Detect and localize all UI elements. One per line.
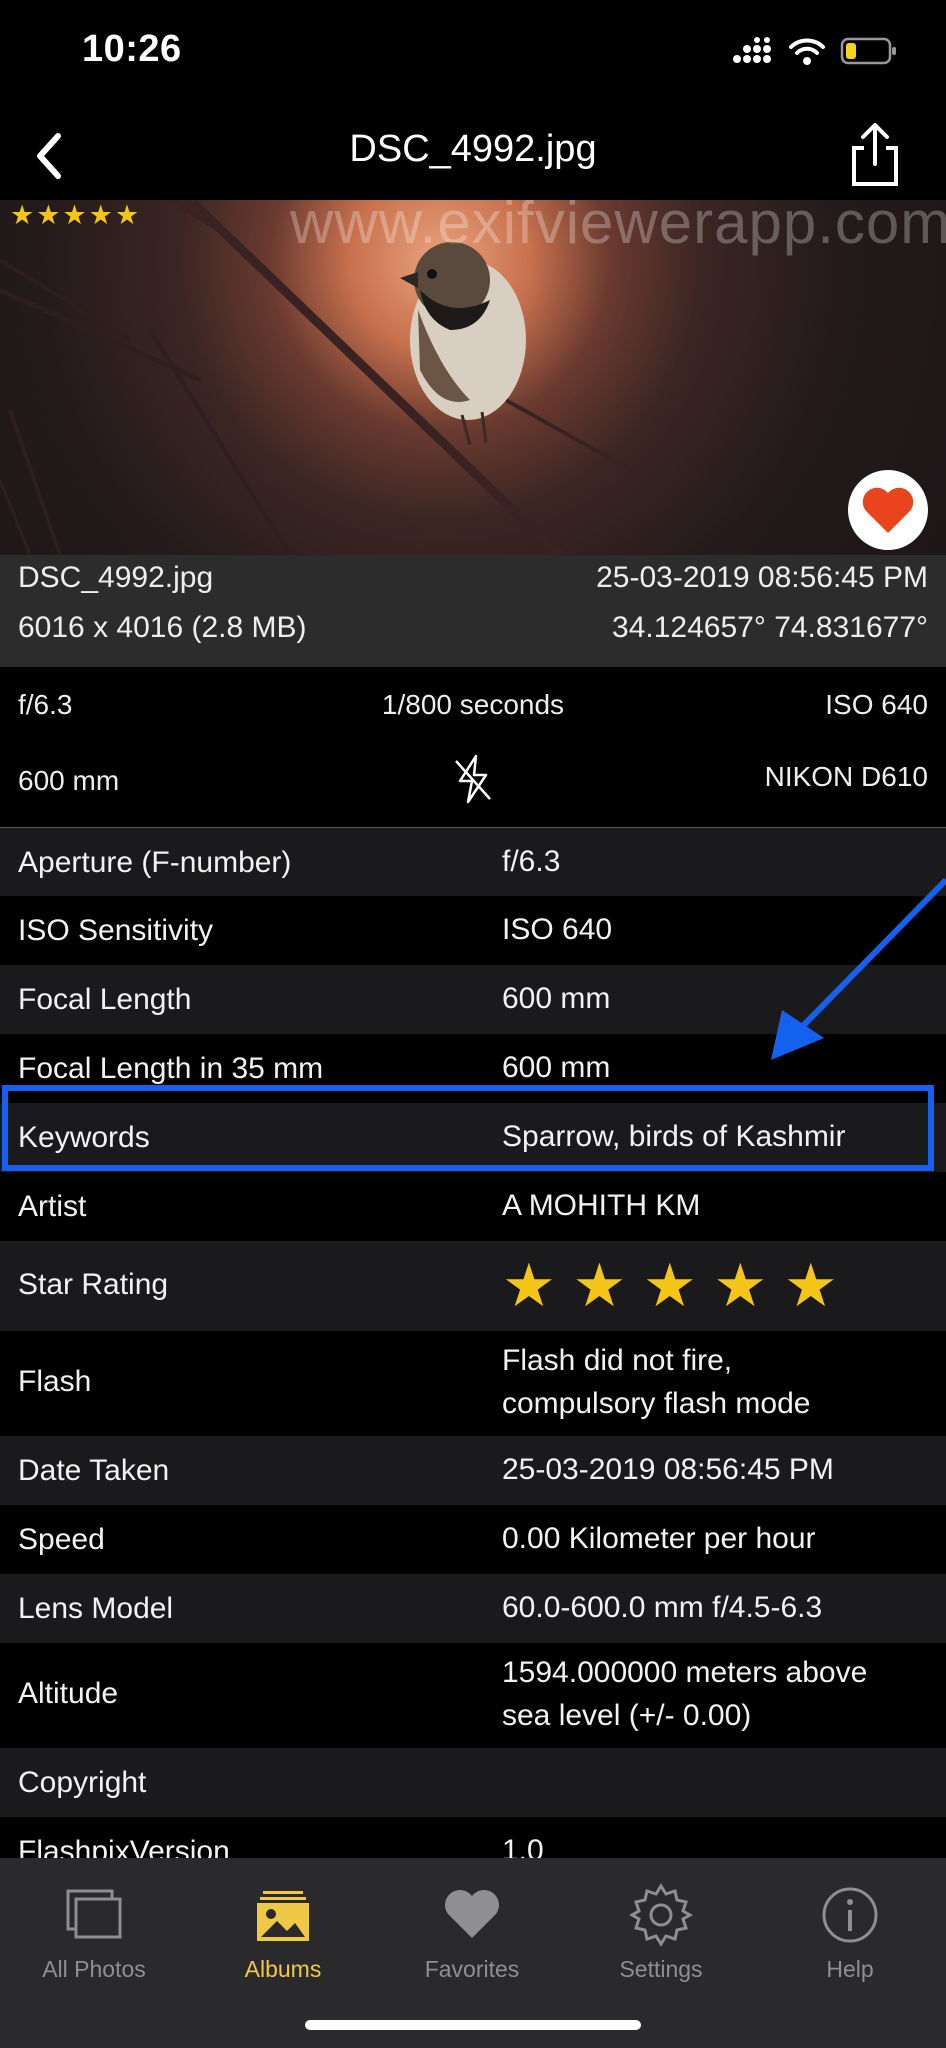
gear-icon <box>571 1880 751 1950</box>
watermark-text: www.exifviewerapp.com <box>290 200 946 256</box>
star-rating-value: ★ ★ ★ ★ ★ <box>502 1252 838 1319</box>
summary-shutter: 1/800 seconds <box>381 689 565 720</box>
exif-row-lens-model: Lens Model 60.0-600.0 mm f/4.5-6.3 <box>0 1574 946 1643</box>
tab-help[interactable]: Help <box>760 1880 940 1983</box>
photo-preview[interactable]: www.exifviewerapp.com ★★★★★ <box>0 200 946 555</box>
row-value: Sparrow, birds of Kashmir <box>502 1120 846 1153</box>
row-value: ISO 640 <box>502 913 613 946</box>
row-key: Speed <box>18 1523 105 1556</box>
row-key: Artist <box>18 1190 87 1223</box>
exif-row-artist: Artist A MOHITH KM <box>0 1172 946 1241</box>
share-icon <box>852 123 898 186</box>
cellular-signal-icon <box>733 37 771 63</box>
tab-label: Favorites <box>424 1956 520 1982</box>
photo-star-rating: ★★★★★ <box>10 200 142 230</box>
row-value: f/6.3 <box>502 845 561 878</box>
row-value: A MOHITH KM <box>502 1189 701 1222</box>
home-indicator[interactable] <box>305 2020 641 2030</box>
row-key: Keywords <box>18 1121 150 1154</box>
row-key: Lens Model <box>18 1592 174 1625</box>
tab-label: All Photos <box>42 1956 146 1982</box>
status-bar: 10:26 <box>0 0 946 110</box>
row-key: Aperture (F-number) <box>18 846 292 879</box>
annotation-arrow-icon <box>771 877 946 1060</box>
row-value-line: Flash did not fire, <box>502 1344 733 1377</box>
summary-focal-length: 600 mm <box>18 765 120 796</box>
row-value: 1594.000000 meters above sea level (+/- … <box>502 1651 867 1737</box>
battery-low-icon <box>840 37 896 65</box>
row-value-line: sea level (+/- 0.00) <box>502 1699 752 1732</box>
heart-icon <box>382 1880 562 1950</box>
tab-bar: All Photos Albums Favorites Settings Hel… <box>0 1858 946 2048</box>
tab-favorites[interactable]: Favorites <box>382 1880 562 1983</box>
row-value: 0.00 Kilometer per hour <box>502 1522 816 1555</box>
favorite-button[interactable] <box>848 470 928 550</box>
exif-row-altitude: Altitude 1594.000000 meters above sea le… <box>0 1643 946 1748</box>
flash-off-icon <box>450 753 496 812</box>
exif-row-star-rating: Star Rating ★ ★ ★ ★ ★ <box>0 1241 946 1331</box>
overlay-dimensions: 6016 x 4016 (2.8 MB) <box>18 611 307 644</box>
info-icon <box>760 1880 940 1950</box>
row-key: Star Rating <box>18 1268 169 1301</box>
row-value-line: 1594.000000 meters above <box>502 1656 868 1689</box>
navigation-bar: DSC_4992.jpg <box>0 110 946 202</box>
exif-row-flash: Flash Flash did not fire, compulsory fla… <box>0 1331 946 1436</box>
row-key: Focal Length <box>18 983 192 1016</box>
page-title: DSC_4992.jpg <box>349 128 597 170</box>
row-value: 25-03-2019 08:56:45 PM <box>502 1453 834 1486</box>
row-value-line: compulsory flash mode <box>502 1387 811 1420</box>
share-button[interactable] <box>844 120 906 190</box>
album-icon <box>193 1880 373 1950</box>
tab-label: Settings <box>619 1956 703 1982</box>
row-key: Focal Length in 35 mm <box>18 1052 324 1085</box>
heart-icon <box>862 487 914 533</box>
row-value: 600 mm <box>502 1051 611 1084</box>
overlay-datetime: 25-03-2019 08:56:45 PM <box>596 561 928 594</box>
photo-info-overlay: DSC_4992.jpg 25-03-2019 08:56:45 PM 6016… <box>0 555 946 667</box>
summary-camera-model: NIKON D610 <box>764 761 928 792</box>
exif-row-copyright: Copyright <box>0 1748 946 1817</box>
row-key: Flash <box>18 1365 92 1398</box>
row-key: Date Taken <box>18 1454 170 1487</box>
exif-row-date-taken: Date Taken 25-03-2019 08:56:45 PM <box>0 1436 946 1505</box>
row-value: 600 mm <box>502 982 611 1015</box>
row-key: Altitude <box>18 1677 119 1710</box>
wifi-icon <box>789 38 825 65</box>
row-key: Copyright <box>18 1766 147 1799</box>
overlay-coordinates: 34.124657° 74.831677° <box>612 611 928 644</box>
exif-row-keywords: Keywords Sparrow, birds of Kashmir <box>0 1103 946 1172</box>
tab-all-photos[interactable]: All Photos <box>4 1880 184 1983</box>
tab-label: Help <box>826 1956 874 1982</box>
row-value: Flash did not fire, compulsory flash mod… <box>502 1339 810 1425</box>
tab-settings[interactable]: Settings <box>571 1880 751 1983</box>
overlay-filename: DSC_4992.jpg <box>18 561 214 594</box>
photos-stack-icon <box>4 1880 184 1950</box>
exif-row-speed: Speed 0.00 Kilometer per hour <box>0 1505 946 1574</box>
status-icons <box>732 36 898 66</box>
status-time: 10:26 <box>82 28 182 70</box>
tab-albums[interactable]: Albums <box>193 1880 373 1983</box>
exif-summary: f/6.3 1/800 seconds ISO 640 600 mm NIKON… <box>0 667 946 829</box>
row-key: ISO Sensitivity <box>18 914 214 947</box>
tab-label: Albums <box>244 1956 322 1982</box>
row-value: 60.0-600.0 mm f/4.5-6.3 <box>502 1591 823 1624</box>
summary-iso: ISO 640 <box>825 689 928 720</box>
